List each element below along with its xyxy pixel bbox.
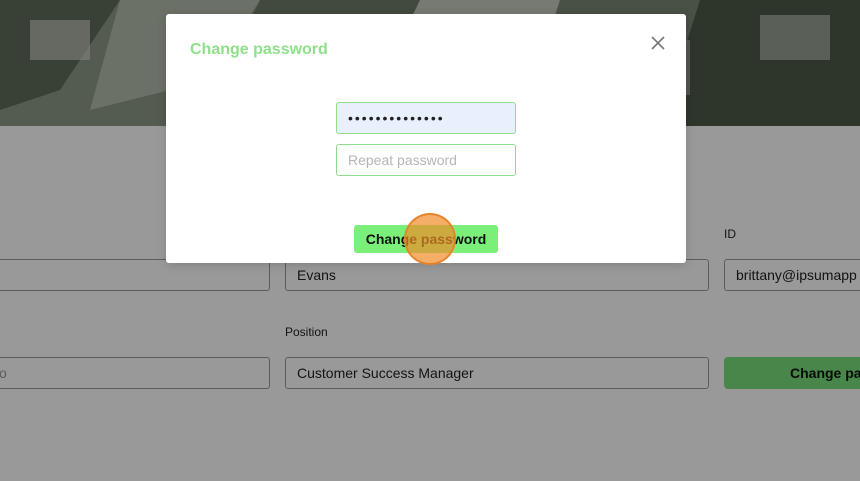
new-password-input[interactable] bbox=[336, 102, 516, 134]
submit-change-password-button[interactable]: Change password bbox=[354, 225, 498, 253]
change-password-modal: Change password Change password bbox=[166, 14, 686, 263]
repeat-password-input[interactable] bbox=[336, 144, 516, 176]
modal-title: Change password bbox=[190, 41, 328, 58]
close-icon[interactable] bbox=[648, 33, 668, 53]
